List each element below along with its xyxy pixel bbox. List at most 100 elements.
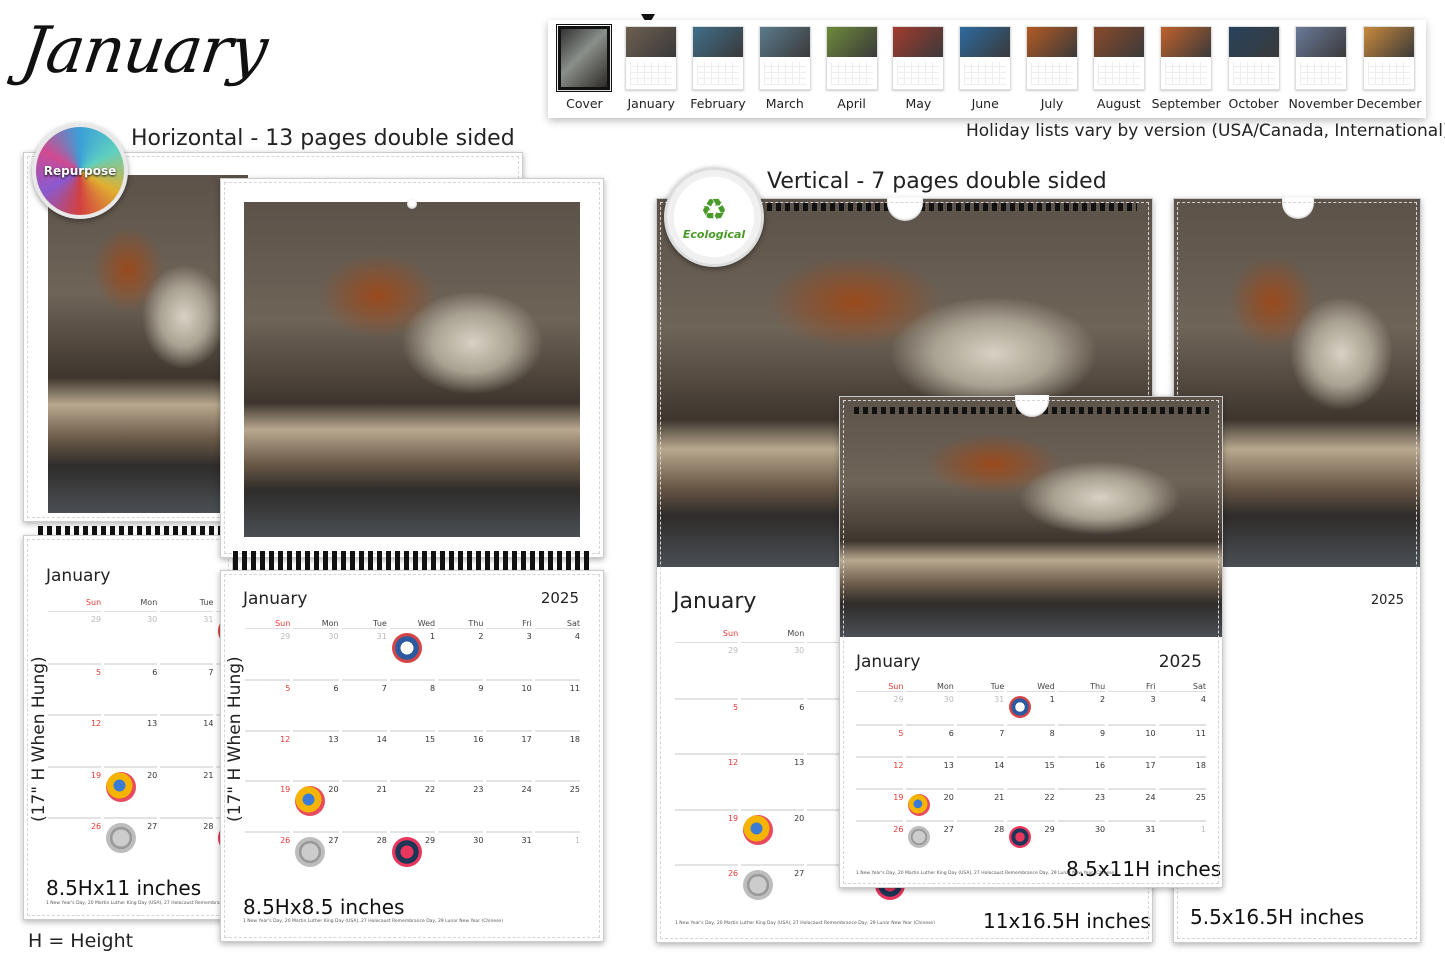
day-cell[interactable]: 16 <box>438 729 484 780</box>
day-cell[interactable]: 22 <box>1007 788 1055 820</box>
day-cell[interactable]: 19 <box>245 780 291 830</box>
thumbnail-november[interactable]: November <box>1288 26 1353 118</box>
thumbnail-june[interactable]: June <box>955 26 1016 118</box>
day-cell[interactable]: 12 <box>245 729 291 780</box>
thumbnail-december[interactable]: December <box>1357 26 1421 118</box>
day-cell[interactable]: 29 <box>245 629 290 679</box>
day-cell[interactable]: 25 <box>1158 788 1206 820</box>
thumbnail-september[interactable]: September <box>1152 26 1221 118</box>
day-cell[interactable]: 20 <box>906 788 954 820</box>
day-cell[interactable]: 6 <box>906 724 954 756</box>
day-cell[interactable]: 17 <box>486 729 532 780</box>
day-cell[interactable]: 14 <box>341 729 387 780</box>
day-cell[interactable]: 18 <box>1158 756 1206 788</box>
day-cell[interactable]: 30 <box>293 629 338 679</box>
day-cell[interactable]: 7 <box>341 679 387 729</box>
day-cell[interactable]: 19 <box>856 788 904 820</box>
day-cell[interactable]: 31 <box>486 830 532 881</box>
day-cell[interactable]: 27 <box>906 820 954 852</box>
day-cell[interactable]: 29 <box>1007 820 1055 852</box>
day-cell[interactable]: 21 <box>160 765 214 817</box>
thumbnail-may[interactable]: May <box>888 26 949 118</box>
day-cell[interactable]: 1 <box>534 830 580 881</box>
day-cell[interactable]: 13 <box>906 756 954 788</box>
day-cell[interactable]: 26 <box>48 816 102 868</box>
day-cell[interactable]: 12 <box>48 714 102 765</box>
day-cell[interactable]: 10 <box>1108 724 1156 756</box>
day-cell[interactable]: 4 <box>1159 692 1206 724</box>
day-cell[interactable]: 25 <box>534 780 580 830</box>
day-cell[interactable]: 24 <box>1108 788 1156 820</box>
day-cell[interactable]: 24 <box>486 780 532 830</box>
thumbnail-march[interactable]: March <box>754 26 815 118</box>
day-cell[interactable]: 6 <box>104 663 158 714</box>
day-cell[interactable]: 1 <box>1158 820 1206 852</box>
day-cell[interactable]: 30 <box>906 692 954 724</box>
day-cell[interactable]: 30 <box>741 643 804 698</box>
day-cell[interactable]: 20 <box>741 808 805 864</box>
day-cell[interactable]: 18 <box>534 729 580 780</box>
thumbnail-cover[interactable]: Cover <box>554 24 615 118</box>
day-cell[interactable]: 5 <box>245 679 291 729</box>
thumbnail-january[interactable]: January <box>621 26 682 118</box>
thumbnail-april[interactable]: April <box>821 26 882 118</box>
day-cell[interactable]: 26 <box>245 830 291 881</box>
day-cell[interactable]: 29 <box>48 612 101 663</box>
day-cell[interactable]: 4 <box>535 629 580 679</box>
day-cell[interactable]: 26 <box>675 863 739 919</box>
day-cell[interactable]: 13 <box>741 753 805 808</box>
day-cell[interactable]: 13 <box>293 729 339 780</box>
day-cell[interactable]: 27 <box>293 830 339 881</box>
thumbnail-july[interactable]: July <box>1022 26 1083 118</box>
day-cell[interactable]: 31 <box>1108 820 1156 852</box>
day-cell[interactable]: 8 <box>1007 724 1055 756</box>
day-cell[interactable]: 13 <box>104 714 158 765</box>
day-cell[interactable]: 27 <box>104 816 158 868</box>
day-cell[interactable]: 30 <box>438 830 484 881</box>
day-cell[interactable]: 19 <box>48 765 102 817</box>
day-cell[interactable]: 6 <box>293 679 339 729</box>
day-cell[interactable]: 29 <box>675 643 738 698</box>
day-cell[interactable]: 17 <box>1108 756 1156 788</box>
day-cell[interactable]: 14 <box>160 714 214 765</box>
day-cell[interactable]: 28 <box>956 820 1005 852</box>
day-cell[interactable]: 2 <box>438 629 483 679</box>
day-cell[interactable]: 5 <box>675 698 739 753</box>
day-cell[interactable]: 31 <box>160 612 213 663</box>
day-cell[interactable]: 22 <box>389 780 436 830</box>
day-cell[interactable]: 26 <box>856 820 904 852</box>
day-cell[interactable]: 19 <box>675 808 739 864</box>
day-cell[interactable]: 3 <box>486 629 532 679</box>
day-cell[interactable]: 12 <box>675 753 739 808</box>
day-cell[interactable]: 1 <box>1007 692 1055 724</box>
day-cell[interactable]: 31 <box>342 629 387 679</box>
day-cell[interactable]: 3 <box>1108 692 1155 724</box>
day-cell[interactable]: 12 <box>856 756 904 788</box>
day-cell[interactable]: 7 <box>160 663 214 714</box>
day-cell[interactable]: 9 <box>1057 724 1106 756</box>
day-cell[interactable]: 5 <box>48 663 102 714</box>
day-cell[interactable]: 20 <box>104 765 158 817</box>
day-cell[interactable]: 23 <box>438 780 484 830</box>
day-cell[interactable]: 6 <box>741 698 805 753</box>
day-cell[interactable]: 5 <box>856 724 904 756</box>
day-cell[interactable]: 16 <box>1057 756 1106 788</box>
day-cell[interactable]: 15 <box>1007 756 1055 788</box>
day-cell[interactable]: 14 <box>956 756 1005 788</box>
day-cell[interactable]: 2 <box>1058 692 1105 724</box>
day-cell[interactable]: 31 <box>957 692 1004 724</box>
day-cell[interactable]: 9 <box>438 679 484 729</box>
day-cell[interactable]: 21 <box>341 780 387 830</box>
day-cell[interactable]: 27 <box>741 863 805 919</box>
day-cell[interactable]: 21 <box>956 788 1005 820</box>
day-cell[interactable]: 11 <box>534 679 580 729</box>
day-cell[interactable]: 23 <box>1057 788 1106 820</box>
thumbnail-october[interactable]: October <box>1223 26 1284 118</box>
day-cell[interactable]: 1 <box>390 629 435 679</box>
day-cell[interactable]: 10 <box>486 679 532 729</box>
day-cell[interactable]: 15 <box>389 729 436 780</box>
day-cell[interactable]: 8 <box>389 679 436 729</box>
day-cell[interactable]: 7 <box>956 724 1005 756</box>
day-cell[interactable]: 28 <box>160 816 214 868</box>
day-cell[interactable]: 29 <box>389 830 436 881</box>
